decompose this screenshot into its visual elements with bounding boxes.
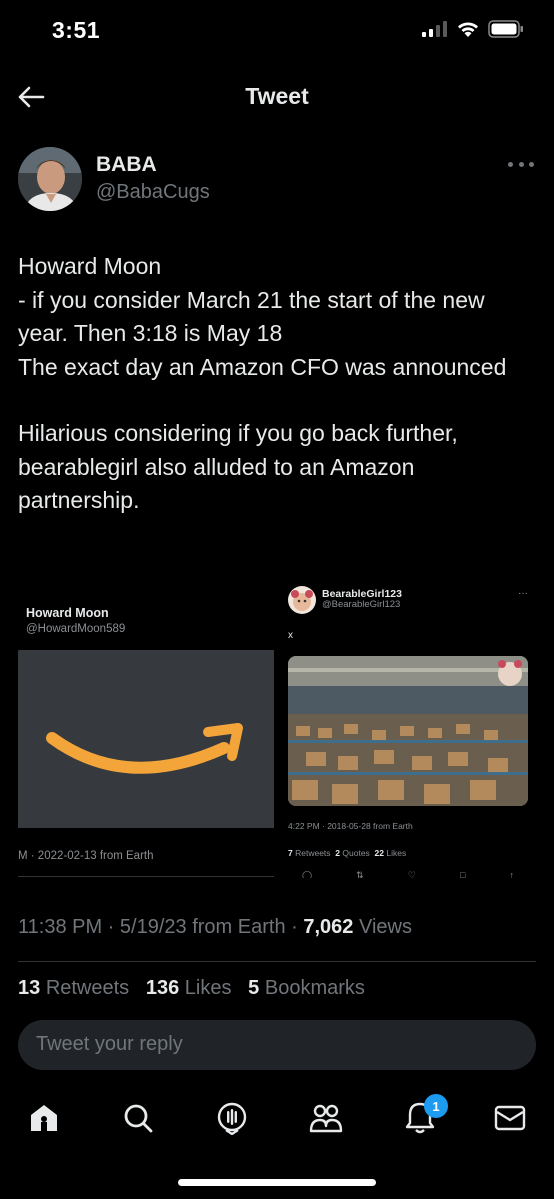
home-indicator[interactable] (178, 1179, 376, 1186)
notification-badge: 1 (424, 1094, 448, 1118)
amazon-logo-image (18, 650, 274, 828)
more-options-button[interactable] (508, 157, 534, 171)
tweet-media[interactable]: Howard Moon @HowardMoon589 M · 2022-02-1… (18, 578, 538, 878)
embedded-likes-count: 22 (374, 848, 384, 858)
divider (18, 876, 274, 877)
retweets-count: 13 (18, 977, 41, 999)
reply-placeholder: Tweet your reply (36, 1033, 183, 1055)
nav-messages[interactable] (492, 1100, 528, 1136)
embedded-tweet-text: x (288, 630, 293, 641)
nav-home[interactable] (26, 1100, 62, 1136)
embedded-timestamp: M · 2022-02-13 from Earth (18, 850, 154, 862)
cellular-signal-icon (422, 21, 447, 37)
nav-communities[interactable] (308, 1100, 344, 1136)
tweet-time: 11:38 PM (18, 916, 103, 938)
warehouse-photo (288, 656, 528, 806)
tweet-date: 5/19/23 (119, 916, 187, 938)
search-icon (124, 1104, 153, 1133)
embedded-retweets-count: 7 (288, 848, 293, 858)
bear-avatar-icon (291, 590, 313, 611)
communities-icon (309, 1104, 343, 1133)
bookmark-icon: □ (459, 870, 466, 878)
engagement-stats: 13 Retweets 136 Likes 5 Bookmarks (18, 977, 365, 1000)
divider (18, 961, 536, 962)
amazon-smile-icon (46, 723, 243, 774)
tweet-paragraph: Hilarious considering if you go back fur… (18, 420, 458, 513)
avatar[interactable] (18, 147, 82, 211)
header: Tweet (0, 62, 554, 132)
bookmarks-label: Bookmarks (264, 977, 365, 999)
tweet-author: BABA @BabaCugs (18, 145, 538, 215)
tweet-paragraph: Howard Moon - if you consider March 21 t… (18, 253, 507, 380)
tweet-text: Howard Moon - if you consider March 21 t… (18, 250, 538, 518)
media-image-right[interactable]: BearableGirl123 @BearableGirl123 ··· x 4… (282, 578, 538, 878)
embedded-author-name: Howard Moon (26, 606, 109, 620)
likes-label: Likes (184, 977, 232, 999)
page-title: Tweet (245, 83, 309, 109)
wifi-icon (458, 22, 478, 37)
spaces-microphone-icon (217, 1102, 247, 1135)
views-label: Views (358, 916, 412, 938)
tweet-source: from Earth (192, 916, 286, 938)
retweet-icon: ⇅ (356, 870, 364, 878)
nav-spaces[interactable] (214, 1100, 250, 1136)
author-name[interactable]: BABA (96, 153, 157, 177)
share-icon: ↑ (509, 870, 514, 878)
embedded-retweets-label: Retweets (295, 848, 331, 858)
embedded-author-handle: @HowardMoon589 (26, 623, 126, 635)
battery-icon (488, 20, 523, 38)
author-photo (18, 147, 82, 211)
retweets-stat[interactable]: 13 Retweets (18, 977, 129, 999)
mail-icon (494, 1105, 526, 1131)
embedded-likes-label: Likes (386, 848, 407, 858)
more-dot-icon (529, 161, 534, 167)
status-time: 3:51 (52, 17, 101, 43)
status-icons (422, 20, 524, 38)
home-icon (31, 1105, 57, 1131)
bottom-navigation: 1 (0, 1088, 554, 1148)
reply-input[interactable]: Tweet your reply (18, 1020, 536, 1070)
bookmarks-count: 5 (248, 977, 260, 999)
likes-count: 136 (145, 977, 180, 999)
bookmarks-stat[interactable]: 5 Bookmarks (248, 977, 365, 999)
tweet-metadata: 11:38 PM · 5/19/23 from Earth · 7,062 Vi… (18, 916, 412, 938)
more-dot-icon (518, 161, 524, 167)
embedded-timestamp: 4:22 PM · 2018-05-28 from Earth (288, 821, 413, 831)
reply-icon: ◯ (302, 870, 313, 878)
embedded-stats: 7 Retweets 2 Quotes 22 Likes (288, 848, 406, 858)
embedded-actions: ◯ ⇅ ♡ □ ↑ (288, 870, 528, 878)
embedded-quotes-label: Quotes (342, 848, 370, 858)
author-handle[interactable]: @BabaCugs (96, 181, 210, 204)
retweets-label: Retweets (45, 977, 130, 999)
like-icon: ♡ (407, 870, 416, 878)
embedded-author-handle: @BearableGirl123 (322, 599, 401, 610)
status-bar: 3:51 (0, 0, 554, 62)
more-icon: ··· (518, 588, 528, 599)
views-count: 7,062 (303, 916, 354, 938)
embedded-quotes-count: 2 (335, 848, 341, 858)
likes-stat[interactable]: 136 Likes (146, 977, 232, 999)
nav-search[interactable] (120, 1100, 156, 1136)
warehouse-image (288, 656, 528, 806)
media-image-left[interactable]: Howard Moon @HowardMoon589 M · 2022-02-1… (18, 578, 275, 878)
more-dot-icon (508, 161, 513, 167)
embedded-avatar (288, 586, 316, 614)
